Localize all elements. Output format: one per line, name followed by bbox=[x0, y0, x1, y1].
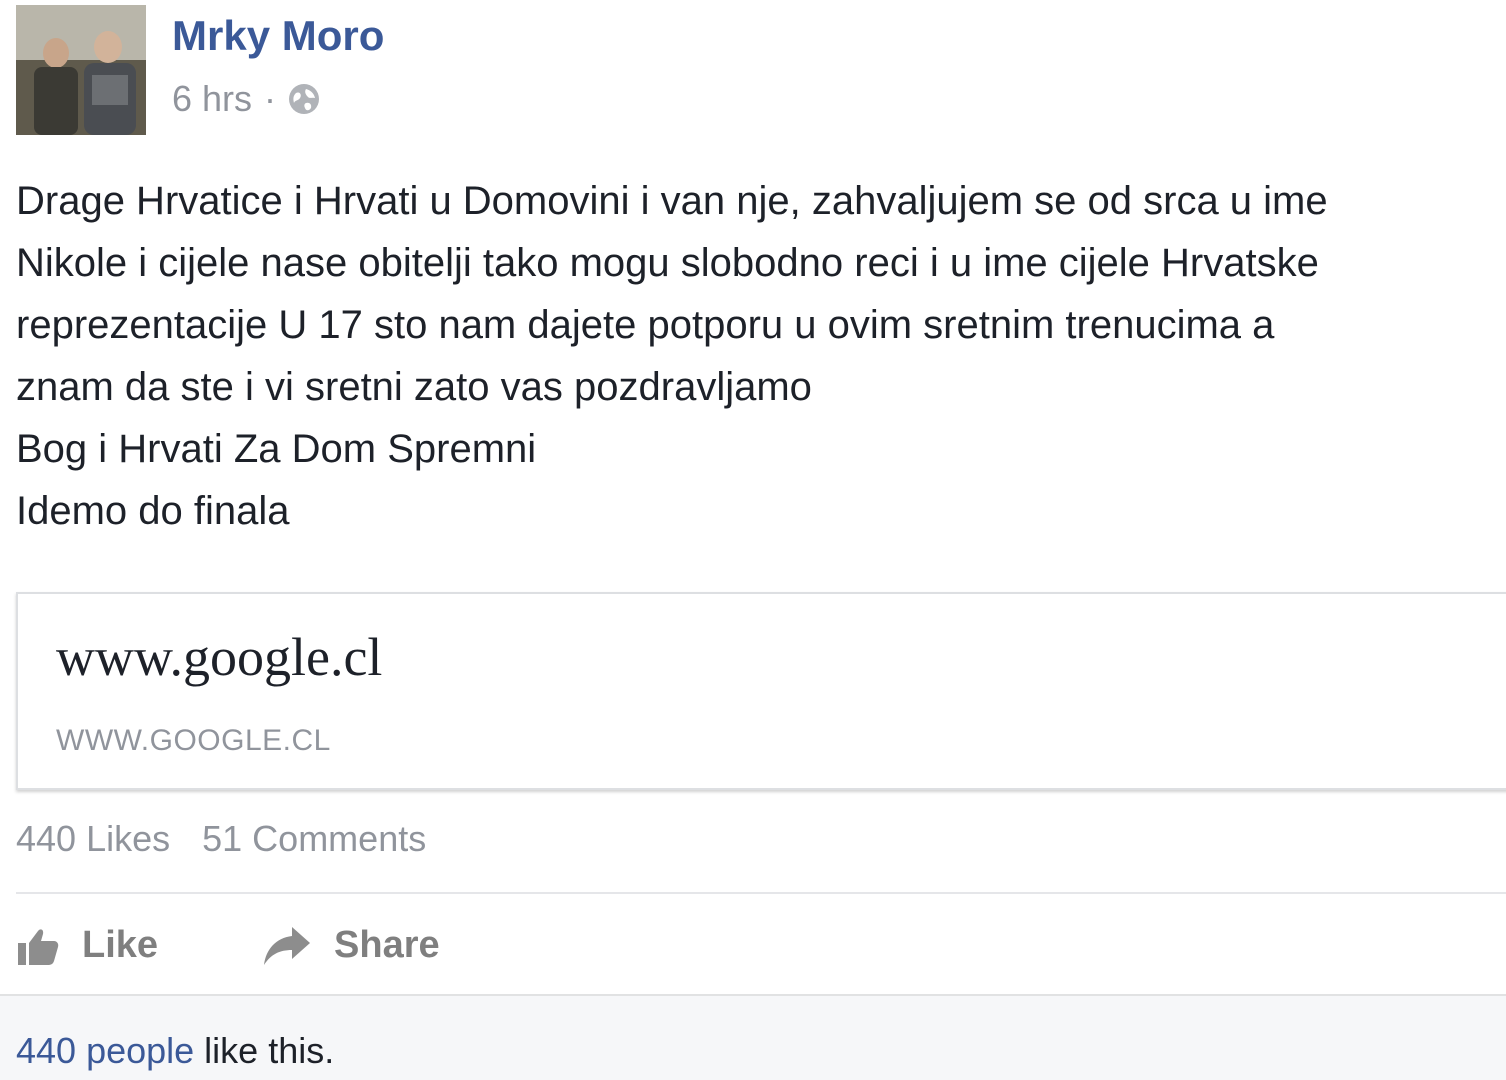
author-avatar[interactable] bbox=[16, 5, 146, 135]
post-body-line: Nikole i cijele nase obitelji tako mogu … bbox=[16, 241, 1319, 285]
like-label: Like bbox=[82, 923, 159, 966]
post-body-line: Bog i Hrvati Za Dom Spremni bbox=[16, 427, 537, 471]
post-body-line: znam da ste i vi sretni zato vas pozdrav… bbox=[16, 365, 812, 409]
likes-summary: 440 people like this. bbox=[16, 1030, 334, 1072]
post-body: Drage Hrvatice i Hrvati u Domovini i van… bbox=[16, 170, 1506, 542]
avatar-photo bbox=[16, 5, 146, 135]
post-actions: Like Share bbox=[16, 910, 544, 980]
link-preview-title[interactable]: www.google.cl bbox=[56, 626, 382, 688]
likes-summary-bar: 440 people like this. bbox=[0, 994, 1506, 1080]
post-timestamp[interactable]: 6 hrs bbox=[172, 78, 252, 120]
facebook-post: Mrky Moro 6 hrs · Drage Hrvatice i Hrvat… bbox=[0, 0, 1506, 1080]
likes-people-link[interactable]: 440 people bbox=[16, 1030, 194, 1071]
engagement-counts: 440 Likes 51 Comments bbox=[16, 818, 448, 860]
share-label: Share bbox=[334, 923, 440, 966]
author-name[interactable]: Mrky Moro bbox=[172, 12, 384, 60]
post-body-line: Idemo do finala bbox=[16, 489, 290, 533]
post-meta: 6 hrs · bbox=[172, 78, 322, 120]
likes-summary-text: like this. bbox=[194, 1030, 335, 1071]
globe-icon[interactable] bbox=[286, 81, 322, 117]
meta-separator: · bbox=[264, 78, 277, 119]
link-preview-card[interactable]: www.google.cl WWW.GOOGLE.CL bbox=[16, 592, 1506, 790]
post-body-line: Drage Hrvatice i Hrvati u Domovini i van… bbox=[16, 179, 1328, 223]
thumbs-up-icon bbox=[18, 929, 59, 965]
likes-count[interactable]: 440 Likes bbox=[16, 818, 170, 859]
share-button[interactable]: Share bbox=[262, 923, 440, 967]
post-body-line: reprezentacije U 17 sto nam dajete potpo… bbox=[16, 303, 1275, 347]
comments-count[interactable]: 51 Comments bbox=[202, 818, 426, 859]
like-button[interactable]: Like bbox=[16, 923, 158, 967]
share-arrow-icon bbox=[264, 927, 311, 965]
link-preview-domain: WWW.GOOGLE.CL bbox=[56, 724, 331, 757]
actions-divider bbox=[16, 892, 1506, 894]
